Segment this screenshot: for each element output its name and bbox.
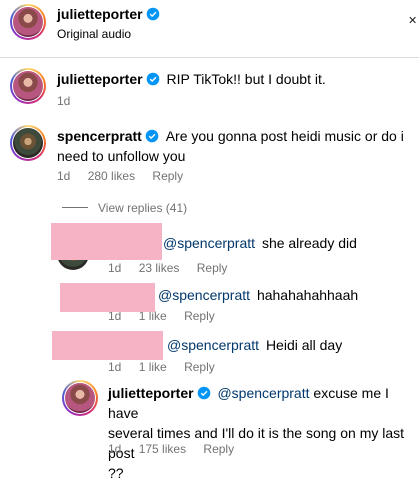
reply-time[interactable]: 1d [108,442,121,456]
reply-mention[interactable]: @spencerpratt [217,385,309,401]
comment-avatar[interactable] [10,125,46,161]
reply-likes[interactable]: 1 like [139,360,167,374]
comment-time[interactable]: 1d [57,169,70,183]
reply-item: 1d 1 like Reply @spencerpratt hahahahahh… [0,282,419,323]
reply-text: hahahahahhaah [256,287,359,303]
comment-likes[interactable]: 280 likes [88,169,135,183]
reply-avatar[interactable] [62,380,98,416]
reply-button[interactable]: Reply [203,442,234,456]
reply-mention[interactable]: @spencerpratt [158,287,250,303]
reply-likes[interactable]: 175 likes [139,442,186,456]
header-avatar[interactable] [10,4,46,40]
reply-username[interactable]: julietteporter [108,385,194,401]
reply-mention[interactable]: @spencerpratt [167,337,259,353]
comment-username[interactable]: julietteporter [57,71,143,87]
view-replies-line [62,207,88,208]
comment-meta: 1d 280 likes Reply [57,169,197,183]
reply-time[interactable]: 1d [108,261,121,275]
reply-button[interactable]: Reply [152,169,183,183]
comment-avatar[interactable] [10,68,46,104]
comment-body: julietteporter RIP TikTok!! but I doubt … [57,69,412,89]
header-username-text[interactable]: julietteporter [57,6,143,22]
close-icon[interactable]: ✕ [408,14,417,27]
redacted-username [51,223,162,260]
view-replies-button[interactable]: View replies (41) [98,201,187,215]
reply-mention[interactable]: @spencerpratt [163,235,255,251]
reply-item: 1d 1 like Reply @spencerpratt Heidi all … [0,331,419,375]
reply-button[interactable]: Reply [197,261,228,275]
reply-meta: 1d 175 likes Reply [108,442,248,456]
verified-badge-icon [146,72,159,86]
comment-julietteporter: julietteporter RIP TikTok!! but I doubt … [0,62,419,108]
header-username[interactable]: julietteporter [57,6,160,22]
comment-body: spencerpratt Are you gonna post heidi mu… [57,126,407,166]
reply-text-line3: ?? [108,465,124,481]
reply-item: @spencerpratt she already did 1d 23 like… [0,222,419,275]
comment-time[interactable]: 1d [57,94,70,108]
reply-body: julietteporter @spencerpratt excuse me I… [108,383,413,483]
reply-item: julietteporter @spencerpratt excuse me I… [0,378,419,481]
reply-button[interactable]: Reply [184,309,215,323]
comment-meta: 1d [57,94,84,108]
reply-body: @spencerpratt she already did [163,233,357,253]
reply-text: she already did [261,235,357,251]
comment-username[interactable]: spencerpratt [57,128,142,144]
reply-body: @spencerpratt Heidi all day [167,335,342,355]
reply-likes[interactable]: 23 likes [139,261,180,275]
verified-badge-icon [145,129,159,143]
header: julietteporter Original audio ✕ [0,0,419,52]
header-subtitle[interactable]: Original audio [57,27,131,41]
verified-badge-icon [197,386,210,400]
reply-time[interactable]: 1d [108,360,121,374]
comment-spencerpratt: spencerpratt Are you gonna post heidi mu… [0,122,419,184]
verified-badge-icon [146,7,159,21]
comment-text: RIP TikTok!! but I doubt it. [166,71,326,87]
redacted-username [52,331,163,360]
header-divider [0,57,419,58]
reply-button[interactable]: Reply [184,360,215,374]
reply-text: Heidi all day [265,337,343,353]
reply-body: @spencerpratt hahahahahhaah [158,285,358,305]
reply-meta: 1d 1 like Reply [108,360,229,374]
redacted-username [60,283,155,312]
reply-meta: 1d 23 likes Reply [108,261,241,275]
